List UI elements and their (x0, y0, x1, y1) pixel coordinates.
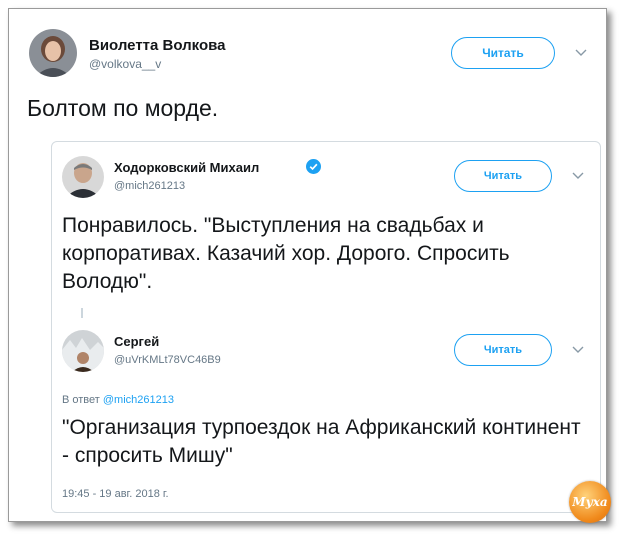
chevron-down-icon[interactable] (572, 172, 584, 180)
chevron-down-icon[interactable] (572, 346, 584, 354)
thread-connector (81, 308, 83, 318)
author-name[interactable]: Виолетта Волкова (89, 37, 226, 54)
author-handle[interactable]: @uVrKMLt78VC46B9 (114, 354, 221, 366)
quoted-tweet-card[interactable]: Ходорковский Михаил @mich261213 Читать П… (51, 141, 601, 513)
author-name[interactable]: Ходорковский Михаил (114, 160, 259, 175)
chevron-down-icon[interactable] (575, 49, 587, 57)
screenshot-frame: Виолетта Волкова @volkova__v Читать Болт… (8, 8, 611, 523)
tweet-text: "Организация турпоездок на Африканский к… (62, 416, 581, 467)
follow-button[interactable]: Читать (451, 37, 555, 69)
watermark-text: Муха (572, 495, 608, 509)
tweet-timestamp[interactable]: 19:45 - 19 авг. 2018 г. (62, 488, 169, 500)
author-handle[interactable]: @volkova__v (89, 57, 161, 71)
avatar[interactable] (62, 156, 104, 198)
avatar[interactable] (29, 29, 77, 77)
avatar[interactable] (62, 330, 104, 372)
tweet-text: Болтом по морде. (27, 95, 219, 121)
follow-button[interactable]: Читать (454, 160, 552, 192)
reply-to-handle[interactable]: @mich261213 (103, 394, 174, 406)
tweet-text: Понравилось. "Выступления на свадьбах и … (62, 214, 510, 293)
reply-context: В ответ @mich261213 (62, 394, 174, 406)
verified-badge-icon (306, 159, 321, 174)
follow-button[interactable]: Читать (454, 334, 552, 366)
author-name[interactable]: Сергей (114, 334, 159, 349)
author-handle[interactable]: @mich261213 (114, 180, 185, 192)
watermark-logo: Муха (569, 481, 611, 523)
reply-prefix: В ответ (62, 394, 100, 406)
